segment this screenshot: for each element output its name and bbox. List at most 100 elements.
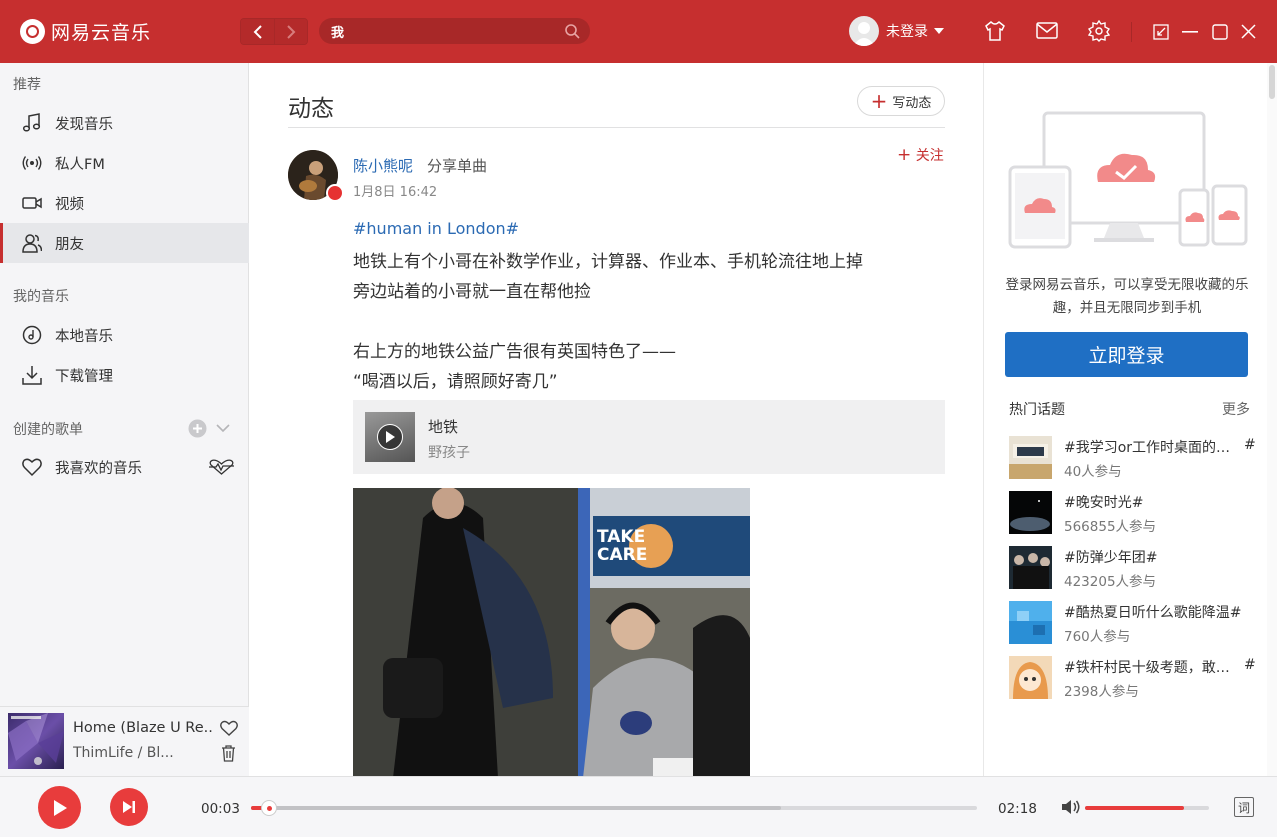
search-icon[interactable] [564, 23, 580, 39]
lyrics-button[interactable]: 词 [1234, 797, 1254, 817]
scrollbar[interactable] [1267, 63, 1277, 776]
section-created-playlists: 创建的歌单 [13, 422, 83, 438]
topic-thumbnail [1009, 546, 1052, 589]
heartbeat-mode-icon[interactable] [208, 459, 235, 475]
sidebar: 推荐 发现音乐 私人FM 视频 朋友 我的音乐 本地音乐 下载管理 创建的歌单 [0, 63, 249, 776]
app-window: 网易云音乐 未登录 推荐 [0, 0, 1277, 837]
sidebar-item-label: 下载管理 [55, 369, 113, 385]
volume-icon[interactable] [1061, 799, 1081, 815]
local-music-icon [22, 325, 42, 345]
hot-topics-more-link[interactable]: 更多 [1222, 399, 1250, 419]
playlist-tools [188, 419, 230, 438]
close-icon[interactable] [1241, 24, 1256, 39]
post-author-name[interactable]: 陈小熊呢 [353, 155, 413, 176]
progress-bar[interactable] [251, 800, 977, 816]
back-button[interactable] [241, 19, 274, 44]
minimize-icon[interactable] [1182, 31, 1198, 33]
login-button[interactable]: 立即登录 [1005, 332, 1248, 377]
user-name[interactable]: 未登录 [886, 21, 928, 41]
like-heart-icon[interactable] [220, 720, 238, 736]
topic-count: 566855人参与 [1064, 519, 1157, 535]
section-recommend: 推荐 [13, 77, 41, 93]
sidebar-item-discover[interactable]: 发现音乐 [0, 103, 249, 143]
song-name[interactable]: 地铁 [428, 416, 458, 437]
topic-name[interactable]: #铁杆村民十级考题，敢… [1064, 657, 1254, 677]
sidebar-item-liked-music[interactable]: 我喜欢的音乐 [0, 447, 249, 487]
divider [288, 127, 945, 128]
mini-mode-icon[interactable] [1153, 24, 1169, 40]
default-avatar-icon [853, 22, 875, 46]
follow-button[interactable]: + 关注 [897, 145, 944, 165]
scrollbar-thumb[interactable] [1269, 65, 1275, 99]
write-post-button[interactable]: + 写动态 [857, 86, 945, 116]
post-author-avatar[interactable] [288, 150, 344, 202]
topic-count: 40人参与 [1064, 464, 1122, 480]
back-icon [253, 24, 262, 39]
trash-icon[interactable] [221, 745, 236, 762]
album-cover[interactable] [8, 713, 64, 769]
volume-fill [1085, 806, 1185, 810]
topic-item[interactable]: #防弹少年团# 423205人参与 [1009, 546, 1259, 590]
netease-logo-icon [20, 19, 45, 44]
topic-item[interactable]: #酷热夏日听什么歌能降温# 760人参与 [1009, 601, 1259, 645]
topic-name[interactable]: #我学习or工作时桌面的… [1064, 437, 1254, 457]
search-input[interactable] [331, 21, 551, 41]
current-time: 00:03 [201, 801, 240, 817]
topic-name[interactable]: #晚安时光# [1064, 492, 1254, 512]
shared-song-card[interactable]: 地铁 野孩子 [353, 400, 945, 474]
forward-icon [287, 24, 296, 39]
song-cover[interactable] [365, 412, 415, 462]
maximize-icon[interactable] [1212, 24, 1228, 40]
topic-item[interactable]: #我学习or工作时桌面的… # 40人参与 [1009, 436, 1259, 480]
topic-item[interactable]: #铁杆村民十级考题，敢… # 2398人参与 [1009, 656, 1259, 700]
progress-knob[interactable] [261, 800, 278, 816]
sidebar-item-fm[interactable]: 私人FM [0, 143, 249, 183]
volume-slider[interactable] [1085, 806, 1209, 810]
sidebar-item-downloads[interactable]: 下载管理 [0, 355, 249, 395]
now-playing-artist[interactable]: ThimLife / Bl... [73, 745, 213, 761]
topic-count: 760人参与 [1064, 629, 1131, 645]
sidebar-item-friends[interactable]: 朋友 [0, 223, 249, 263]
post-hashtag[interactable]: #human in London# [353, 219, 519, 238]
skin-icon[interactable] [984, 20, 1006, 42]
topic-thumbnail [1009, 601, 1052, 644]
progress-buffered [251, 806, 781, 810]
topic-trail: # [1244, 437, 1256, 453]
post-text-line: 右上方的地铁公益广告很有英国特色了—— [353, 342, 676, 362]
download-icon [22, 366, 42, 385]
total-time: 02:18 [998, 801, 1037, 817]
add-playlist-icon[interactable] [188, 419, 207, 438]
topic-name[interactable]: #防弹少年团# [1064, 547, 1254, 567]
sidebar-item-video[interactable]: 视频 [0, 183, 249, 223]
forward-button[interactable] [274, 19, 307, 44]
sidebar-item-label: 发现音乐 [55, 117, 113, 133]
page-title: 动态 [288, 96, 334, 122]
now-playing-title[interactable]: Home (Blaze U Re... [73, 720, 213, 736]
play-icon [53, 799, 67, 816]
subway-photo-image: TAKE CARE [353, 488, 750, 776]
user-menu[interactable]: 未登录 [849, 16, 944, 46]
avatar[interactable] [849, 16, 879, 46]
plus-icon: + [897, 145, 912, 165]
topic-name[interactable]: #酷热夏日听什么歌能降温# [1064, 602, 1254, 622]
history-nav [240, 18, 308, 45]
chevron-down-icon[interactable] [216, 424, 230, 433]
topic-item[interactable]: #晚安时光# 566855人参与 [1009, 491, 1259, 535]
heart-icon [22, 458, 42, 477]
next-button[interactable] [110, 788, 148, 826]
follow-label: 关注 [915, 148, 944, 164]
mail-icon[interactable] [1036, 22, 1058, 40]
song-artist[interactable]: 野孩子 [428, 442, 470, 462]
post-photo[interactable]: TAKE CARE [353, 488, 750, 776]
now-playing[interactable]: Home (Blaze U Re... ThimLife / Bl... [0, 706, 249, 776]
title-bar: 网易云音乐 未登录 [0, 0, 1277, 63]
topic-thumbnail [1009, 491, 1052, 534]
next-track-icon [123, 801, 135, 813]
caret-down-icon[interactable] [934, 28, 944, 34]
sidebar-item-label: 我喜欢的音乐 [55, 461, 142, 477]
app-logo[interactable]: 网易云音乐 [20, 18, 151, 45]
play-icon[interactable] [377, 424, 403, 450]
play-button[interactable] [38, 786, 81, 829]
settings-icon[interactable] [1088, 20, 1110, 42]
sidebar-item-local-music[interactable]: 本地音乐 [0, 315, 249, 355]
